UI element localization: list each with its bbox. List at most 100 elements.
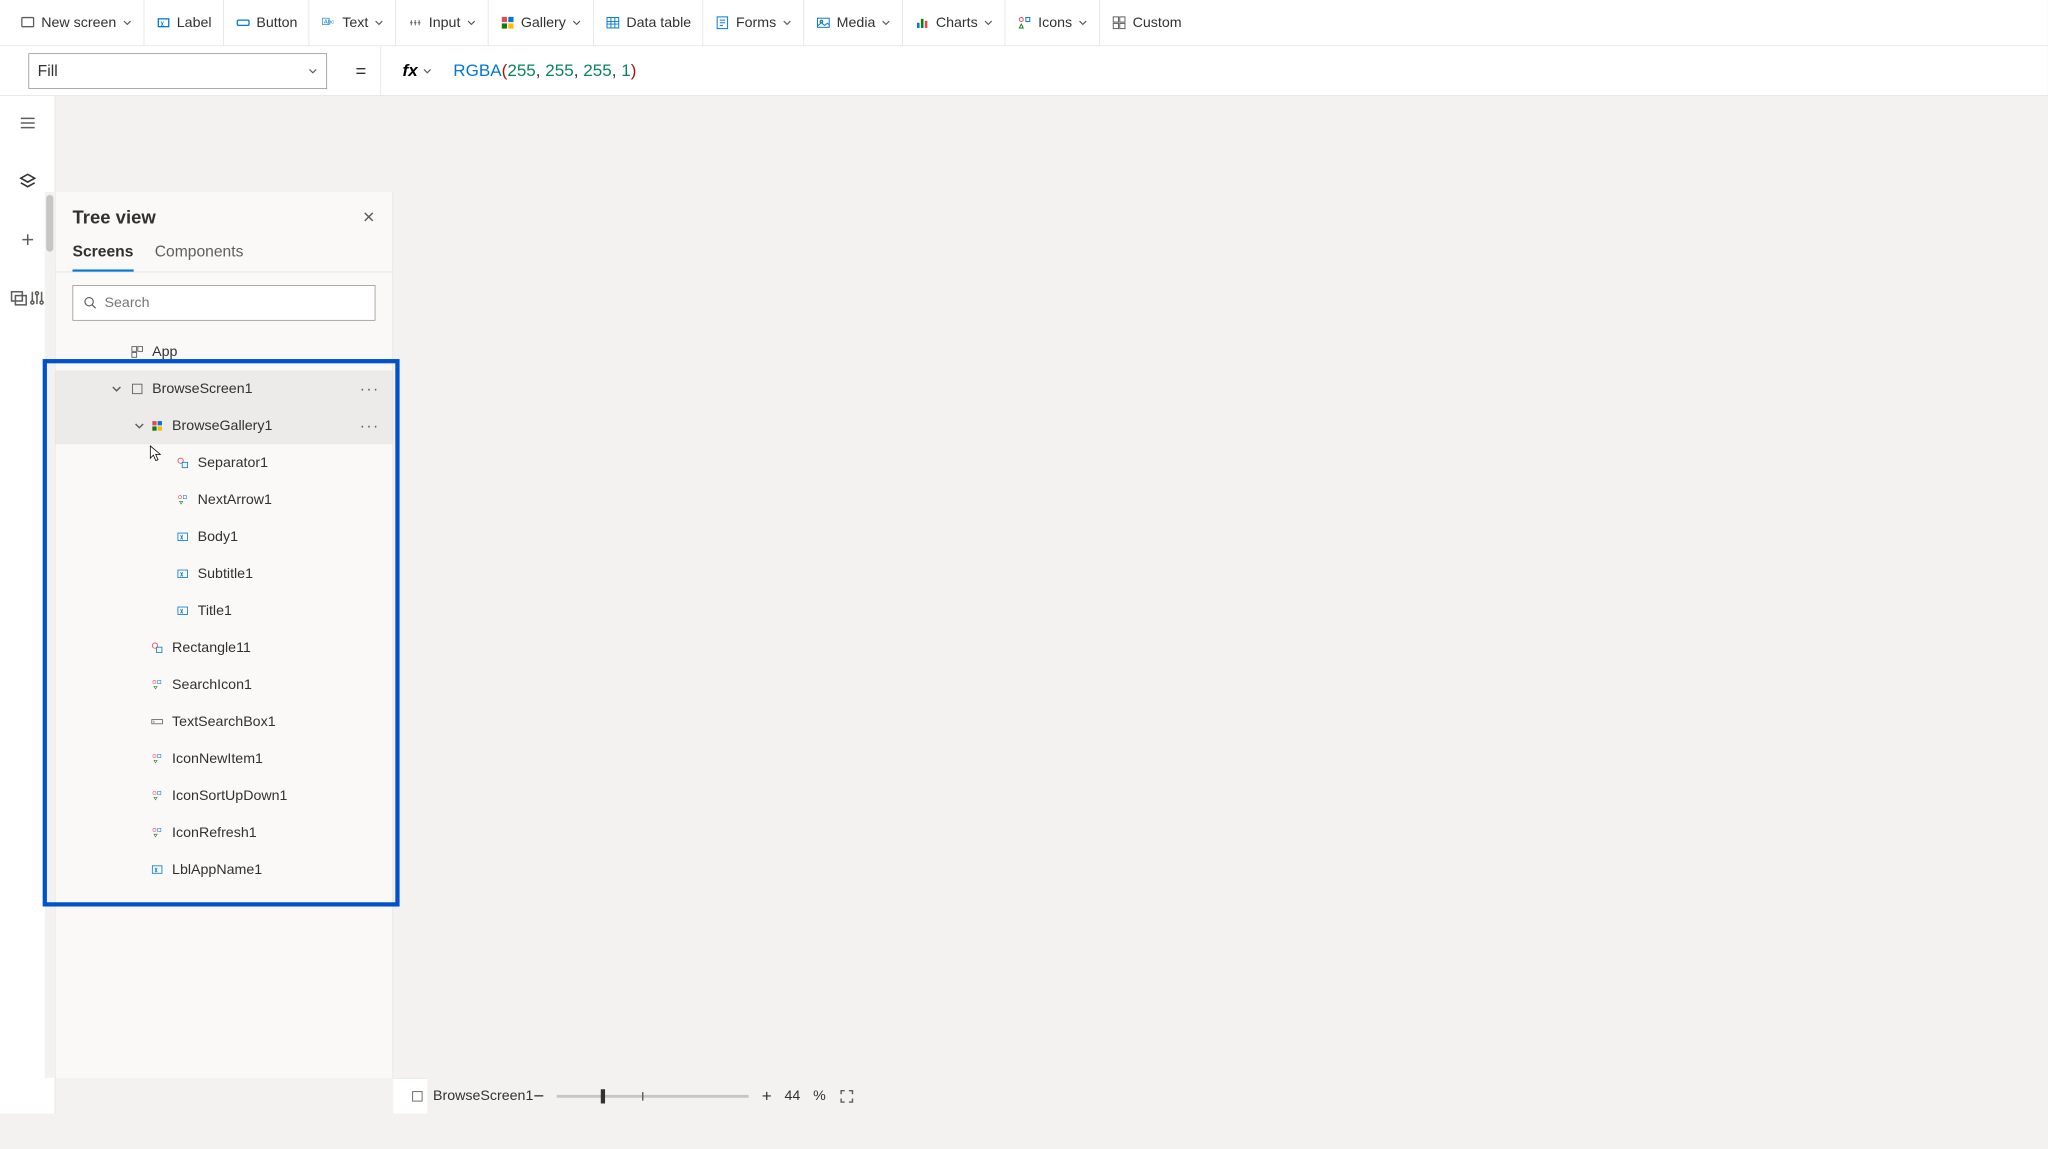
property-label: Fill [38, 62, 58, 80]
media-label: Media [837, 15, 876, 31]
tree-label: SearchIcon1 [172, 677, 252, 693]
charts-icon [915, 15, 931, 31]
gallery-icon [500, 15, 516, 31]
tree-item-subtitle[interactable]: Subtitle1 [55, 555, 392, 592]
label-icon [155, 15, 171, 31]
tree-label: Body1 [198, 529, 238, 545]
gallery-label: Gallery [521, 15, 566, 31]
icon-control-icon [175, 492, 191, 508]
formula-v3: 255 [583, 61, 611, 80]
label-icon [175, 566, 191, 582]
zoom-out-button[interactable]: − [533, 1085, 544, 1107]
button-label: Button [256, 15, 297, 31]
media-button[interactable]: Media [804, 0, 903, 46]
tree-label: IconRefresh1 [172, 824, 257, 840]
chevron-down-icon [134, 420, 145, 431]
tree-item-browse-screen[interactable]: BrowseScreen1 ··· [55, 370, 392, 407]
formula-fn: RGBA [453, 61, 501, 80]
tree-label: NextArrow1 [198, 492, 272, 508]
tab-screens[interactable]: Screens [73, 235, 134, 271]
tree-search-input[interactable] [105, 295, 365, 311]
gallery-button[interactable]: Gallery [488, 0, 593, 46]
forms-button[interactable]: Forms [703, 0, 804, 46]
data-icon[interactable] [15, 285, 41, 311]
tree-item-title[interactable]: Title1 [55, 592, 392, 629]
label-icon [175, 603, 191, 619]
tree-label: LblAppName1 [172, 861, 262, 877]
selection-indicator[interactable]: BrowseScreen1 [410, 1088, 533, 1104]
zoom-pct: % [813, 1088, 826, 1104]
tree-item-icon-new[interactable]: IconNewItem1 [55, 740, 392, 777]
more-icon[interactable]: ··· [360, 417, 380, 435]
fit-screen-icon[interactable] [839, 1087, 856, 1104]
chevron-down-icon [983, 18, 993, 28]
close-icon[interactable]: ✕ [362, 208, 375, 226]
icons-button[interactable]: Icons [1005, 0, 1099, 46]
button-button[interactable]: Button [224, 0, 310, 46]
chevron-down-icon [422, 66, 432, 76]
vertical-scrollbar[interactable] [45, 192, 55, 1078]
hamburger-icon[interactable] [15, 110, 41, 136]
tree-label: Rectangle11 [172, 640, 251, 656]
shape-icon [175, 455, 191, 471]
chevron-down-icon [122, 18, 132, 28]
custom-button[interactable]: Custom [1100, 0, 1193, 46]
tree-view-icon[interactable] [15, 169, 41, 195]
input-icon [407, 15, 423, 31]
forms-label: Forms [736, 15, 776, 31]
data-table-label: Data table [626, 15, 691, 31]
label-button[interactable]: Label [144, 0, 224, 46]
text-icon: Abc [321, 15, 337, 31]
cursor-icon [148, 444, 164, 462]
tab-components[interactable]: Components [155, 235, 244, 271]
label-icon [175, 529, 191, 545]
zoom-in-button[interactable]: + [762, 1086, 772, 1106]
search-icon [83, 296, 97, 310]
media-panel-icon[interactable] [9, 285, 27, 311]
tree-item-lbl-app[interactable]: LblAppName1 [55, 851, 392, 888]
fx-button[interactable]: fx [381, 46, 440, 95]
tools-icon[interactable] [27, 285, 45, 311]
input-button[interactable]: Input [396, 0, 488, 46]
gallery-icon [149, 418, 165, 434]
media-icon [815, 15, 831, 31]
tree-item-icon-sort[interactable]: IconSortUpDown1 [55, 777, 392, 814]
charts-button[interactable]: Charts [903, 0, 1005, 46]
chevron-down-icon [374, 18, 384, 28]
chevron-down-icon [1078, 18, 1088, 28]
chevron-down-icon [572, 18, 582, 28]
custom-label: Custom [1133, 15, 1182, 31]
tree-item-text-search[interactable]: TextSearchBox1 [55, 703, 392, 740]
tree-search[interactable] [73, 285, 376, 321]
app-icon [129, 344, 145, 360]
insert-icon[interactable] [15, 227, 41, 253]
data-table-button[interactable]: Data table [594, 0, 704, 46]
formula-bar: Fill = fx RGBA(255, 255, 255, 1) [0, 46, 2048, 96]
icons-icon [1017, 15, 1033, 31]
tree-item-browse-gallery[interactable]: BrowseGallery1 ··· [55, 407, 392, 444]
tree-item-icon-refresh[interactable]: IconRefresh1 [55, 814, 392, 851]
text-button[interactable]: Abc Text [310, 0, 397, 46]
chevron-down-icon [782, 18, 792, 28]
label-icon [149, 862, 165, 878]
tree-item-app[interactable]: App [55, 333, 392, 370]
tree-item-separator[interactable]: Separator1 [55, 444, 392, 481]
textinput-icon [149, 714, 165, 730]
formula-input[interactable]: RGBA(255, 255, 255, 1) [439, 60, 636, 81]
svg-text:Abc: Abc [324, 19, 334, 25]
icon-control-icon [149, 751, 165, 767]
new-screen-button[interactable]: New screen [9, 0, 145, 46]
custom-icon [1111, 15, 1127, 31]
icon-control-icon [149, 677, 165, 693]
tree-item-rectangle[interactable]: Rectangle11 [55, 629, 392, 666]
property-dropdown[interactable]: Fill [28, 53, 327, 89]
forms-icon [715, 15, 731, 31]
tree-item-next-arrow[interactable]: NextArrow1 [55, 481, 392, 518]
screen-icon [410, 1089, 424, 1103]
tree-item-body[interactable]: Body1 [55, 518, 392, 555]
button-icon [235, 15, 251, 31]
icon-control-icon [149, 788, 165, 804]
zoom-slider[interactable] [557, 1095, 749, 1098]
tree-item-search-icon[interactable]: SearchIcon1 [55, 666, 392, 703]
more-icon[interactable]: ··· [360, 380, 380, 398]
